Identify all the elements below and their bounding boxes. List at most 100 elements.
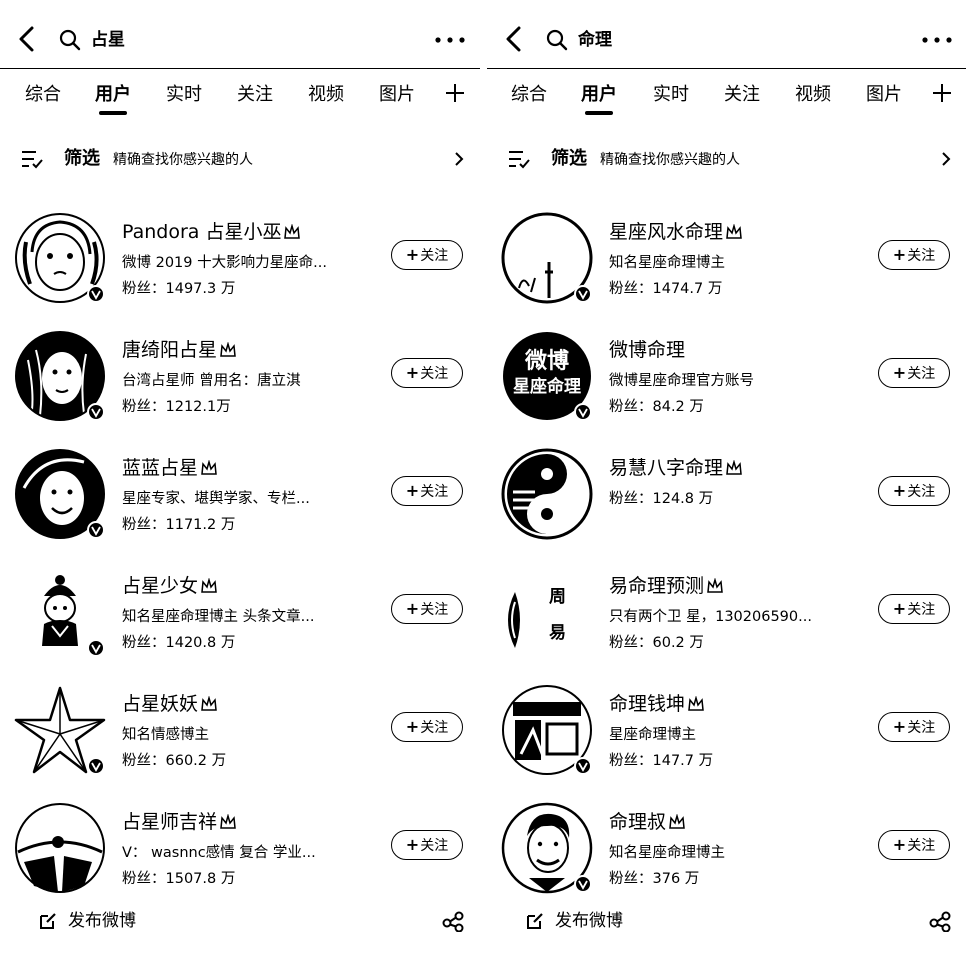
follow-button[interactable]: +关注 [878,358,950,388]
share-icon[interactable] [929,910,951,932]
user-name[interactable]: 蓝蓝占星 [122,454,218,482]
filter-description: 精确查找你感兴趣的人 [113,152,253,168]
tab-realtime[interactable]: 实时 [653,80,689,110]
more-icon[interactable] [919,28,955,52]
user-fans-count: 粉丝：1171.2 万 [122,517,236,533]
tab-comprehensive[interactable]: 综合 [25,80,61,110]
user-name-text: 易命理预测 [609,575,705,597]
avatar[interactable]: 微博 星座命理 [501,330,593,422]
follow-button[interactable]: +关注 [391,240,463,270]
user-fans-count: 粉丝：1497.3 万 [122,281,236,297]
share-icon[interactable] [442,910,464,932]
user-fans-count: 粉丝：1420.8 万 [122,635,236,651]
avatar[interactable] [14,566,106,658]
top-bar: 占星 [0,0,480,69]
tab-images[interactable]: 图片 [379,80,415,110]
user-row[interactable]: 星座风水命理 知名星座命理博主 粉丝：1474.7 万 +关注 [487,198,966,316]
user-name[interactable]: 占星妖妖 [122,690,218,718]
follow-button[interactable]: +关注 [878,712,950,742]
user-name[interactable]: 占星少女 [122,572,218,600]
plus-icon: + [892,599,907,618]
tab-video[interactable]: 视频 [795,80,831,110]
user-row[interactable]: 占星少女 知名星座命理博主 头条文章... 粉丝：1420.8 万 +关注 [0,552,480,670]
follow-label: 关注 [907,602,936,618]
user-name[interactable]: 星座风水命理 [609,218,743,246]
follow-button[interactable]: +关注 [391,358,463,388]
user-name[interactable]: 易命理预测 [609,572,724,600]
filter-bar[interactable]: 筛选 精确查找你感兴趣的人 [487,140,966,180]
tab-comprehensive[interactable]: 综合 [511,80,547,110]
compose-label: 发布微博 [555,911,623,931]
user-description: 知名情感博主 [122,727,209,743]
user-name-text: 占星少女 [122,575,199,597]
search-query[interactable]: 占星 [91,28,125,52]
back-arrow-icon[interactable] [501,24,527,54]
avatar[interactable] [501,212,593,304]
back-arrow-icon[interactable] [14,24,40,54]
user-name[interactable]: 微博命理 [609,336,685,364]
tab-images[interactable]: 图片 [866,80,902,110]
add-tab-icon[interactable] [932,83,952,103]
user-row[interactable]: 易慧八字命理 粉丝：124.8 万 +关注 [487,434,966,552]
user-row[interactable]: 命理钱坤 星座命理博主 粉丝：147.7 万 +关注 [487,670,966,788]
filter-icon [22,151,43,169]
member-crown-icon [284,224,301,239]
follow-button[interactable]: +关注 [391,594,463,624]
user-row[interactable]: 占星师吉祥 V： wasnnc感情 复合 学业... 粉丝：1507.8 万 +… [0,788,480,906]
user-row[interactable]: 微博 星座命理 微博命理 微博星座命理官方账号 粉丝：84.2 万 +关注 [487,316,966,434]
member-crown-icon [201,696,217,711]
follow-label: 关注 [420,366,449,382]
follow-button[interactable]: +关注 [391,712,463,742]
follow-button[interactable]: +关注 [391,476,463,506]
tab-following[interactable]: 关注 [237,80,273,110]
follow-button[interactable]: +关注 [878,240,950,270]
user-row[interactable]: 命理叔 知名星座命理博主 粉丝：376 万 +关注 [487,788,966,906]
avatar[interactable] [14,212,106,304]
screenshot: 占星 综合 用户 实时 关注 视频 图片 筛选 精确查找你感兴趣的人 Pando… [0,0,966,974]
tab-following[interactable]: 关注 [724,80,760,110]
tab-users[interactable]: 用户 [581,80,617,110]
user-description: 星座命理博主 [609,727,696,743]
tab-users[interactable]: 用户 [95,80,131,110]
follow-label: 关注 [420,602,449,618]
avatar[interactable] [14,684,106,776]
avatar[interactable] [501,684,593,776]
user-name[interactable]: 唐绮阳占星 [122,336,237,364]
tab-bar: 综合 用户 实时 关注 视频 图片 [0,78,480,122]
more-icon[interactable] [432,28,468,52]
follow-button[interactable]: +关注 [878,476,950,506]
follow-button[interactable]: +关注 [878,830,950,860]
user-row[interactable]: 蓝蓝占星 星座专家、堪舆学家、专栏... 粉丝：1171.2 万 +关注 [0,434,480,552]
user-description: 微博 2019 十大影响力星座命... [122,255,327,271]
search-icon [59,29,81,51]
tab-realtime[interactable]: 实时 [166,80,202,110]
user-row[interactable]: 周 易 易命理预测 只有两个卫 星，130206590... 粉丝：60.2 万… [487,552,966,670]
user-name[interactable]: Pandora 占星小巫 [122,218,301,246]
user-fans-count: 粉丝：376 万 [609,871,700,887]
plus-icon: + [405,717,420,736]
avatar[interactable] [14,448,106,540]
avatar[interactable] [501,448,593,540]
user-fans-count: 粉丝：660.2 万 [122,753,227,769]
follow-button[interactable]: +关注 [391,830,463,860]
avatar[interactable] [14,802,106,894]
user-row[interactable]: Pandora 占星小巫 微博 2019 十大影响力星座命... 粉丝：1497… [0,198,480,316]
active-tab-indicator [99,111,127,115]
avatar[interactable]: 周 易 [501,566,597,658]
top-bar: 命理 [487,0,966,69]
avatar[interactable] [14,330,106,422]
user-name[interactable]: 占星师吉祥 [122,808,237,836]
search-query[interactable]: 命理 [578,28,612,52]
avatar[interactable] [501,802,593,894]
user-row[interactable]: 占星妖妖 知名情感博主 粉丝：660.2 万 +关注 [0,670,480,788]
user-name[interactable]: 命理叔 [609,808,686,836]
user-name[interactable]: 命理钱坤 [609,690,705,718]
tab-video[interactable]: 视频 [308,80,344,110]
filter-label: 筛选 [551,148,587,169]
filter-bar[interactable]: 筛选 精确查找你感兴趣的人 [0,140,480,180]
add-tab-icon[interactable] [445,83,465,103]
follow-button[interactable]: +关注 [878,594,950,624]
user-name[interactable]: 易慧八字命理 [609,454,743,482]
user-fans-count: 粉丝：124.8 万 [609,491,714,507]
user-row[interactable]: 唐绮阳占星 台湾占星师 曾用名：唐立淇 粉丝：1212.1万 +关注 [0,316,480,434]
